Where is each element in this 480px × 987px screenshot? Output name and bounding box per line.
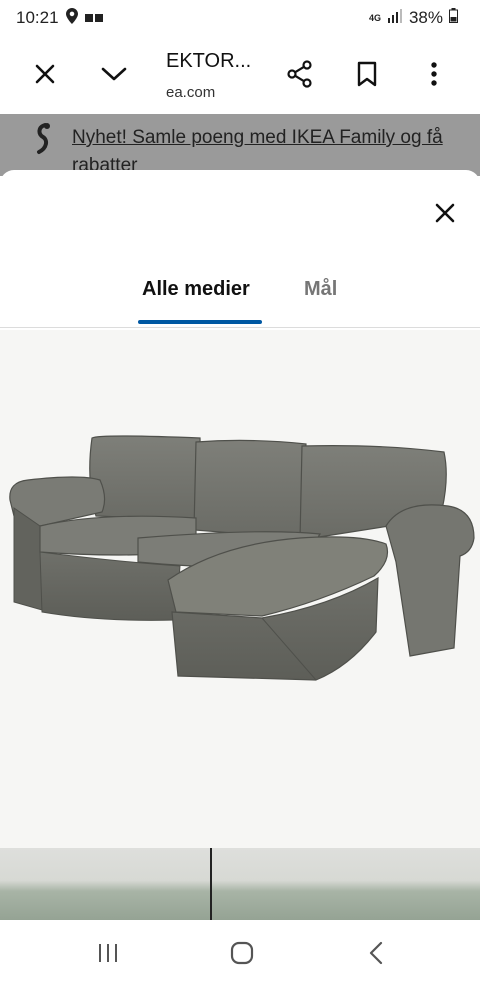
- active-tab-indicator: [138, 320, 262, 324]
- more-vert-icon[interactable]: [418, 58, 450, 90]
- promo-link[interactable]: Nyhet! Samle poeng med IKEA Family og få…: [72, 124, 472, 176]
- notification-icon: [84, 8, 103, 28]
- media-tabs: Alle medier Mål: [0, 270, 480, 328]
- signal-icon: [387, 8, 403, 28]
- ikea-family-icon: [30, 122, 56, 161]
- battery-icon: [449, 8, 458, 28]
- promo-banner[interactable]: Nyhet! Samle poeng med IKEA Family og få…: [0, 114, 480, 176]
- status-bar: 10:21 4G 38%: [0, 0, 480, 36]
- tab-all-media[interactable]: Alle medier: [142, 278, 250, 301]
- status-time: 10:21: [16, 8, 59, 27]
- media-sheet: Alle medier Mål: [0, 170, 480, 920]
- product-image[interactable]: [0, 330, 480, 848]
- back-icon[interactable]: [361, 938, 391, 968]
- home-icon[interactable]: [227, 938, 257, 968]
- page-url: ea.com: [166, 84, 216, 101]
- chevron-down-icon[interactable]: [98, 58, 130, 90]
- page-title: EKTOR...: [166, 50, 252, 72]
- lamp-cord: [210, 848, 212, 920]
- close-icon[interactable]: [29, 58, 61, 90]
- share-icon[interactable]: [284, 58, 316, 90]
- network-type: 4G: [368, 12, 381, 23]
- tab-dimensions[interactable]: Mål: [304, 278, 337, 301]
- browser-toolbar: EKTOR... ea.com: [0, 36, 480, 114]
- location-icon: [65, 7, 78, 29]
- battery-text: 38%: [408, 8, 443, 27]
- next-media-thumbnail[interactable]: [0, 848, 480, 920]
- close-icon[interactable]: [430, 198, 460, 228]
- system-nav-bar: [0, 920, 480, 987]
- bookmark-icon[interactable]: [351, 58, 383, 90]
- sofa-illustration: [9, 435, 475, 681]
- recents-icon[interactable]: [93, 938, 123, 968]
